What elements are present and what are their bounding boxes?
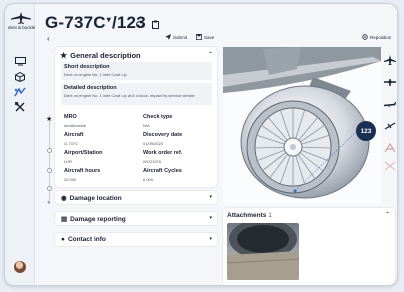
star-icon: ★ xyxy=(60,51,68,60)
field-label: Check type xyxy=(143,114,173,120)
user-icon: ● xyxy=(61,236,65,243)
attachments-count: 1 xyxy=(268,212,272,219)
page-title: G-737C▾/123 xyxy=(45,13,146,33)
chevron-up-icon[interactable]: ⌃ xyxy=(208,51,213,58)
chevron-down-icon[interactable]: ▾ xyxy=(209,194,212,200)
field-aircraft-hours: Aircraft hours 20 000 xyxy=(64,168,132,184)
damage-location-section[interactable]: ◉ Damage location ▾ xyxy=(55,191,217,204)
short-description-value: Dent on engine No. 1 inlet Cowl Lip xyxy=(64,72,127,77)
panel-header[interactable]: ★ General description xyxy=(60,51,141,60)
logo-text: dent & buckle xyxy=(8,25,36,30)
timeline-step[interactable] xyxy=(47,186,52,191)
save-icon xyxy=(196,34,202,40)
chevron-down-icon[interactable]: ▾ xyxy=(107,15,111,24)
reposition-label: Reposition xyxy=(370,34,392,40)
field-check-type: Check type N/A xyxy=(143,114,211,130)
attachment-thumbnail[interactable] xyxy=(227,223,299,280)
field-label: Aircraft Cycles xyxy=(143,168,182,174)
short-description-box[interactable]: Short description Dent on engine No. 1 i… xyxy=(61,62,212,80)
save-button[interactable]: Save xyxy=(196,34,214,40)
submit-button[interactable]: Submit xyxy=(165,34,187,40)
field-value: 6 000 xyxy=(143,177,154,182)
nav-display-icon[interactable] xyxy=(13,56,27,67)
contact-info-title: Contact info xyxy=(67,236,106,243)
engine-photo xyxy=(227,223,299,280)
contact-info-section[interactable]: ● Contact info ▾ xyxy=(55,233,217,246)
plane-front-view-icon[interactable] xyxy=(384,74,396,86)
field-label: Airport/Station xyxy=(64,150,103,156)
crosshair-icon xyxy=(362,34,368,40)
header-actions xyxy=(135,16,160,29)
attachments-panel: Attachments 1 ⌃ xyxy=(223,208,395,285)
plane-logo-icon xyxy=(10,12,31,24)
header: G-737C▾/123 xyxy=(39,10,397,33)
damage-overlay-icon[interactable] xyxy=(384,158,396,171)
general-description-panel: ★ General description ⌃ Short descriptio… xyxy=(55,47,217,187)
detailed-description-box[interactable]: Detailed description Dent on engine No. … xyxy=(61,83,212,105)
send-icon xyxy=(165,34,171,40)
attachments-title: Attachments xyxy=(227,212,267,219)
timeline-step[interactable] xyxy=(47,168,52,173)
person-icon: ● xyxy=(47,200,51,206)
field-work-order: Work order ref. WO21976 xyxy=(143,150,211,166)
field-aircraft: Aircraft G-737C xyxy=(64,132,132,148)
app-window: dent & buckle G-737C▾/123 ‹ Submit Save … xyxy=(4,3,398,286)
plane-top-view-icon[interactable] xyxy=(384,52,396,65)
back-arrow-icon[interactable]: ‹ xyxy=(47,34,50,43)
short-description-label: Short description xyxy=(64,64,110,70)
plane-angle-view-icon[interactable] xyxy=(384,118,396,130)
field-aircraft-cycles: Aircraft Cycles 6 000 xyxy=(143,168,211,184)
field-value: 01/09/2023 xyxy=(143,141,164,146)
location-pin-icon: ◉ xyxy=(61,195,67,202)
timeline-line xyxy=(49,120,50,204)
document-icon: ▤ xyxy=(61,216,68,223)
nav-tools-icon[interactable] xyxy=(13,101,27,112)
registration-label: G-737C xyxy=(45,13,106,32)
detailed-description-value: Dent on engine No. 1 inlet Cowl Lip at 8… xyxy=(64,93,195,98)
nav-cube-icon[interactable] xyxy=(13,71,27,82)
field-discovery-date: Discovery date 01/09/2023 xyxy=(143,132,211,148)
chevron-down-icon[interactable]: ▾ xyxy=(209,215,212,221)
field-value: G-737C xyxy=(64,141,79,146)
damage-reporting-section[interactable]: ▤ Damage reporting ▾ xyxy=(55,212,217,225)
side-nav: dent & buckle xyxy=(5,4,35,285)
app-logo[interactable]: dent & buckle xyxy=(8,12,36,34)
detailed-description-label: Detailed description xyxy=(64,85,117,91)
user-avatar[interactable] xyxy=(14,261,26,273)
damage-location-title: Damage location xyxy=(69,194,122,202)
refresh-icon[interactable] xyxy=(135,16,144,28)
chevron-up-icon[interactable]: ⌃ xyxy=(385,211,390,218)
view-selector xyxy=(383,52,397,172)
field-mro: MRO dent&buckle xyxy=(64,114,132,130)
field-value: 20 000 xyxy=(64,177,77,182)
general-title: General description xyxy=(70,51,141,60)
field-value: dent&buckle xyxy=(64,123,87,128)
field-label: MRO xyxy=(64,114,77,120)
chevron-down-icon[interactable]: ▾ xyxy=(209,236,212,242)
attachments-header: Attachments 1 xyxy=(227,212,272,219)
clipboard-icon[interactable] xyxy=(151,16,160,29)
field-label: Aircraft xyxy=(64,132,84,138)
field-value: LHR xyxy=(64,159,73,164)
field-airport: Airport/Station LHR xyxy=(64,150,132,166)
progress-timeline: ★ ● xyxy=(46,115,53,208)
damage-map-icon[interactable] xyxy=(384,140,396,153)
timeline-step[interactable] xyxy=(47,148,52,153)
plane-side-view-icon[interactable] xyxy=(383,96,397,108)
damage-marker-badge[interactable]: 123 xyxy=(356,121,376,141)
field-value: WO21976 xyxy=(143,159,162,164)
field-label: Work order ref. xyxy=(143,150,183,156)
reposition-button[interactable]: Reposition xyxy=(362,34,391,40)
field-label: Aircraft hours xyxy=(64,168,101,174)
save-label: Save xyxy=(204,34,215,40)
star-icon[interactable]: ★ xyxy=(46,115,52,123)
field-label: Discovery date xyxy=(143,132,183,138)
toolbar: ‹ Submit Save Reposition xyxy=(39,32,395,46)
nav-damage-icon[interactable] xyxy=(13,86,27,97)
field-value: N/A xyxy=(143,123,150,128)
damage-reporting-title: Damage reporting xyxy=(70,215,126,223)
submit-label: Submit xyxy=(173,34,188,40)
